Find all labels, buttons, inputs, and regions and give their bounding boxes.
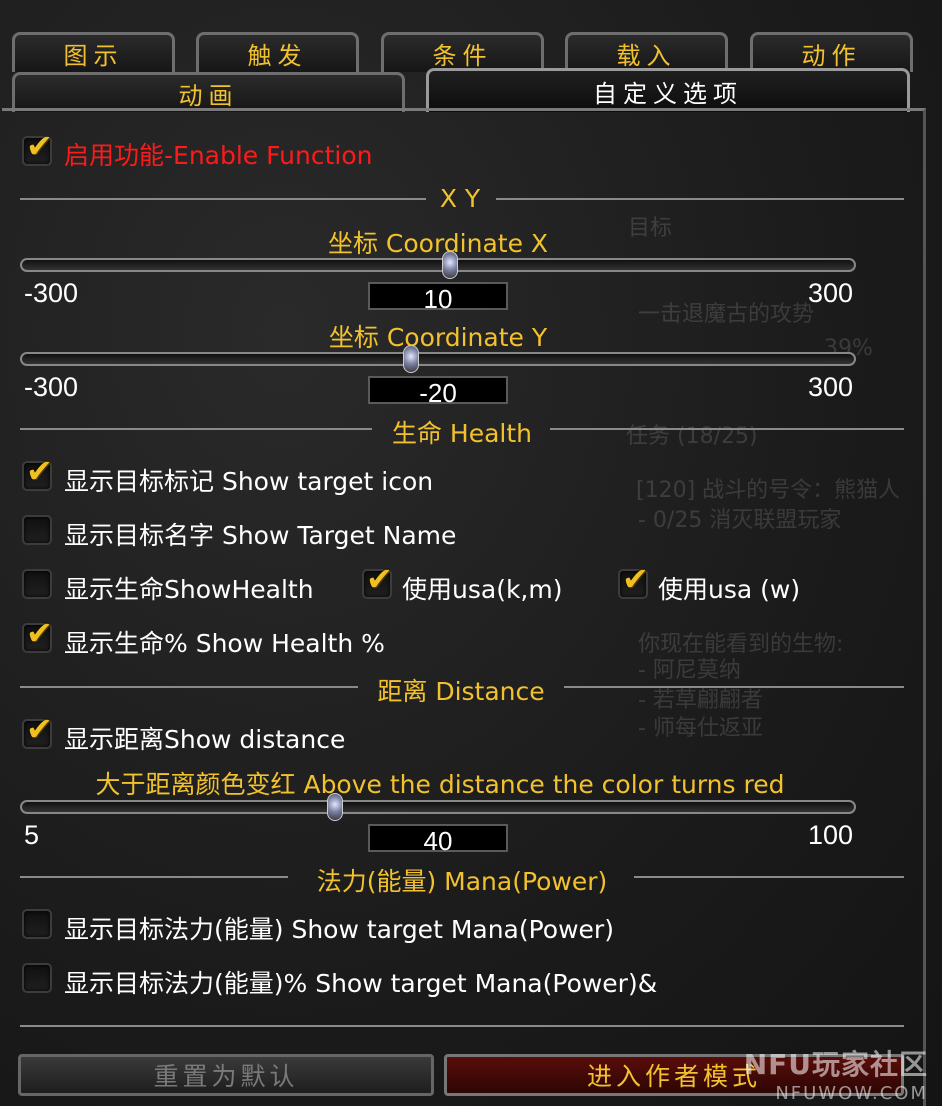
- reset-default-button[interactable]: 重置为默认: [18, 1054, 434, 1096]
- section-header-mana: 法力(能量) Mana(Power): [20, 862, 904, 896]
- coord-y-max: 300: [808, 372, 854, 402]
- show-distance-label: 显示距离Show distance: [64, 725, 346, 754]
- coord-x-value-input[interactable]: 10: [368, 282, 508, 314]
- coord-x-min: -300: [24, 278, 79, 308]
- divider: [20, 1025, 904, 1027]
- coord-y-min: -300: [24, 372, 79, 402]
- usa-km-label: 使用usa(k,m): [402, 575, 563, 604]
- distance-red-slider[interactable]: [20, 800, 856, 814]
- coord-x-max: 300: [808, 278, 854, 308]
- section-header-xy: X Y: [20, 184, 904, 214]
- coord-x-slider-thumb[interactable]: [442, 251, 458, 279]
- section-title-mana: 法力(能量) Mana(Power): [316, 867, 608, 896]
- watermark-line2: NFUWOW.COM: [775, 1083, 928, 1104]
- tab-display[interactable]: 图示: [12, 32, 175, 72]
- section-title-distance: 距离 Distance: [377, 677, 545, 706]
- enable-function-checkbox[interactable]: ✔: [22, 130, 53, 166]
- tab-animation[interactable]: 动画: [12, 72, 405, 112]
- show-health-pct-checkbox[interactable]: ✔: [22, 617, 53, 653]
- section-header-distance: 距离 Distance: [20, 672, 904, 706]
- tab-load[interactable]: 载入: [565, 32, 728, 72]
- coord-x-slider[interactable]: [20, 258, 856, 272]
- show-mana-pct-checkbox[interactable]: [22, 963, 52, 993]
- show-health-pct-label: 显示生命% Show Health %: [64, 629, 385, 658]
- show-target-icon-label: 显示目标标记 Show target icon: [64, 467, 434, 496]
- show-target-name-label: 显示目标名字 Show Target Name: [64, 521, 457, 550]
- section-title-xy: X Y: [439, 184, 481, 213]
- check-icon: ✔: [26, 127, 53, 165]
- usa-km-checkbox[interactable]: ✔: [362, 563, 393, 599]
- show-health-checkbox[interactable]: [22, 569, 52, 599]
- weakaura-options-window: 目标 一击退魔古的攻势 39% 任务 (18/25) [120] 战斗的号令：熊…: [0, 0, 942, 1106]
- show-mana-checkbox[interactable]: [22, 909, 52, 939]
- tab-conditions[interactable]: 条件: [381, 32, 544, 72]
- check-icon: ✔: [26, 710, 53, 748]
- tab-custom-options[interactable]: 自定义选项: [426, 68, 910, 112]
- show-distance-checkbox[interactable]: ✔: [22, 713, 53, 749]
- distance-red-max: 100: [808, 820, 854, 850]
- watermark-logo: NFU玩家社区 NFUWOW.COM: [744, 1043, 928, 1104]
- distance-red-min: 5: [24, 820, 40, 850]
- show-mana-label: 显示目标法力(能量) Show target Mana(Power): [64, 915, 614, 944]
- check-icon: ✔: [622, 560, 649, 598]
- coord-y-slider-thumb[interactable]: [403, 345, 419, 373]
- usa-w-checkbox[interactable]: ✔: [618, 563, 649, 599]
- distance-red-slider-thumb[interactable]: [327, 793, 343, 821]
- show-health-label: 显示生命ShowHealth: [64, 575, 314, 604]
- section-header-health: 生命 Health: [20, 414, 904, 448]
- enable-function-label: 启用功能-Enable Function: [64, 141, 373, 170]
- coord-y-label: 坐标 Coordinate Y: [328, 323, 548, 352]
- show-target-icon-checkbox[interactable]: ✔: [22, 455, 53, 491]
- distance-red-label: 大于距离颜色变红 Above the distance the color tu…: [95, 770, 785, 799]
- check-icon: ✔: [366, 560, 393, 598]
- tab-actions[interactable]: 动作: [750, 32, 913, 72]
- coord-y-value-input[interactable]: -20: [368, 376, 508, 408]
- distance-red-value-input[interactable]: 40: [368, 824, 508, 856]
- coord-y-slider[interactable]: [20, 352, 856, 366]
- check-icon: ✔: [26, 452, 53, 490]
- section-title-health: 生命 Health: [391, 419, 533, 448]
- coord-x-label: 坐标 Coordinate X: [327, 229, 549, 258]
- usa-w-label: 使用usa (w): [658, 575, 801, 604]
- check-icon: ✔: [26, 614, 53, 652]
- show-mana-pct-label: 显示目标法力(能量)% Show target Mana(Power)&: [64, 969, 658, 998]
- show-target-name-checkbox[interactable]: [22, 515, 52, 545]
- tab-trigger[interactable]: 触发: [196, 32, 359, 72]
- watermark-line1: NFU玩家社区: [743, 1048, 928, 1081]
